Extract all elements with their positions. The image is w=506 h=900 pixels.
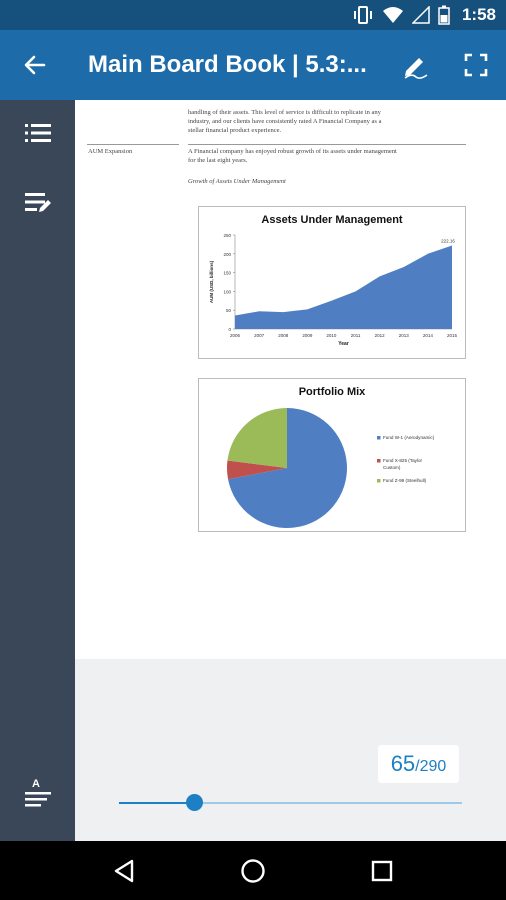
legend-swatch [377, 479, 381, 483]
wifi-icon [382, 7, 403, 23]
text-size-button[interactable]: A [0, 764, 75, 824]
triangle-back-icon [115, 859, 134, 882]
section-rule [188, 144, 466, 145]
system-back-button[interactable] [94, 841, 154, 900]
back-button[interactable] [0, 30, 70, 100]
status-time: 1:58 [461, 5, 496, 24]
y-axis-label: AUM (USD, billions) [209, 260, 214, 303]
sidebar: A [0, 100, 75, 841]
legend-swatch [377, 436, 381, 440]
fullscreen-button[interactable] [446, 30, 506, 100]
text-size-icon: A [24, 778, 51, 807]
x-axis-label: Year [338, 341, 349, 347]
intro-line: handling of their assets. This level of … [188, 109, 381, 116]
legend-label: Fund Z-99 (Steelhull) [383, 478, 427, 483]
y-tick-label: 50 [226, 308, 232, 313]
y-tick-label: 100 [223, 289, 231, 294]
figure-caption: Growth of Assets Under Management [188, 178, 286, 185]
page-title: Main Board Book | 5.3:... [88, 51, 367, 78]
page-counter: 65 /290 [378, 745, 459, 783]
x-tick-label: 2011 [351, 333, 361, 338]
y-tick-label: 0 [228, 327, 231, 332]
legend-label: Fund X-825 (Taylor Custom) [383, 458, 423, 470]
total-pages: /290 [415, 758, 447, 775]
section-label: AUM Expansion [88, 148, 133, 155]
status-bar: 1:58 [0, 0, 506, 30]
document-page: handling of their assets. This level of … [75, 100, 506, 659]
system-home-button[interactable] [223, 841, 283, 900]
document-viewer[interactable]: handling of their assets. This level of … [75, 100, 506, 841]
x-tick-label: 2014 [423, 333, 434, 338]
intro-line: industry, and our clients have consisten… [188, 118, 382, 125]
pie-slice [227, 408, 287, 468]
y-tick-label: 250 [223, 233, 231, 238]
fullscreen-icon [464, 53, 488, 77]
page-slider[interactable] [119, 794, 462, 811]
x-tick-label: 2009 [302, 333, 313, 338]
portfolio-chart-svg: Fund W-1 (Aerodynamic) Fund X-825 (Taylor… [226, 408, 435, 528]
x-tick-label: 2012 [375, 333, 386, 338]
page-slider-thumb[interactable] [185, 794, 203, 811]
y-tick-label: 200 [223, 252, 231, 257]
legend-label: Fund W-1 (Aerodynamic) [383, 435, 435, 440]
square-recents-icon [371, 860, 392, 881]
app-bar: Main Board Book | 5.3:... [0, 30, 506, 100]
svg-text:A: A [32, 778, 40, 790]
aum-chart: Assets Under Management 0 50 100 150 200 250 2… [198, 206, 466, 359]
vibrate-icon [353, 6, 372, 24]
aum-chart-svg: 0 50 100 150 200 250 2006 2007 2008 2009 2010 2011 2… [209, 233, 458, 347]
circle-home-icon [241, 858, 265, 883]
x-tick-label: 2013 [399, 333, 410, 338]
annotate-button[interactable] [386, 30, 446, 100]
x-tick-label: 2008 [278, 333, 289, 338]
section-line: A Financial company has enjoyed robust g… [188, 148, 397, 155]
page-slider-fill [119, 802, 195, 804]
x-tick-label: 2007 [254, 333, 265, 338]
x-tick-label: 2006 [230, 333, 241, 338]
intro-paragraph: handling of their assets. This level of … [188, 108, 488, 135]
legend-swatch [377, 459, 381, 463]
aum-data-label: 222.16 [441, 238, 455, 243]
system-recents-button[interactable] [352, 841, 412, 900]
aum-area-series [235, 245, 452, 329]
x-tick-label: 2015 [447, 333, 458, 338]
list-icon [24, 124, 51, 142]
pen-icon [404, 58, 428, 79]
edit-list-icon [24, 193, 51, 212]
section-rule [87, 144, 179, 145]
notes-button[interactable] [0, 172, 75, 232]
section-line: for the last eight years. [188, 157, 248, 164]
system-nav-bar [0, 841, 506, 900]
battery-icon [438, 5, 450, 25]
portfolio-chart: Portfolio Mix Fund W-1 (Aerodynamic) Fund… [198, 378, 466, 532]
section-paragraph: A Financial company has enjoyed robust g… [188, 147, 488, 165]
signal-icon [411, 6, 430, 24]
arrow-left-icon [24, 55, 46, 75]
table-of-contents-button[interactable] [0, 103, 75, 163]
y-tick-label: 150 [223, 271, 231, 276]
current-page: 65 [390, 751, 416, 776]
intro-line: stellar financial product experience. [188, 127, 282, 134]
x-tick-label: 2010 [326, 333, 337, 338]
